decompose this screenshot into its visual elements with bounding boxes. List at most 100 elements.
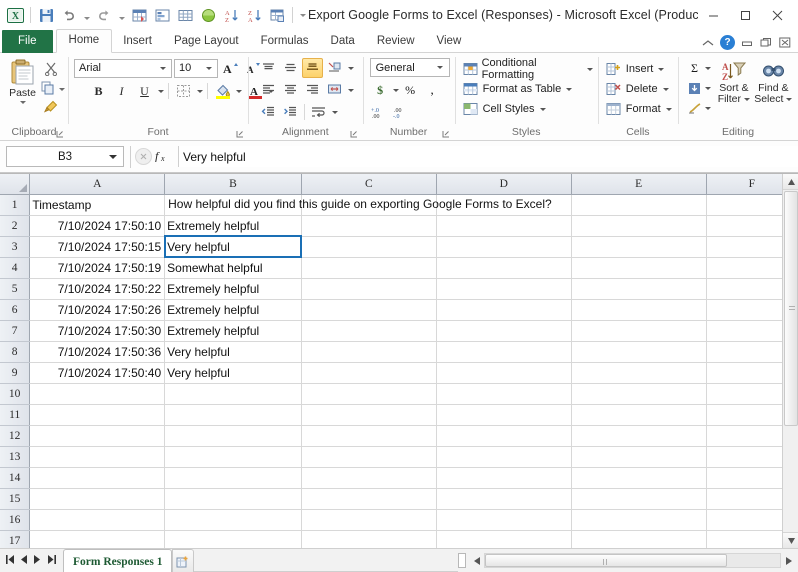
- format-cells-button[interactable]: Format: [606, 99, 672, 119]
- align-center-icon[interactable]: [280, 80, 301, 100]
- clipboard-dialog-launcher[interactable]: [55, 130, 64, 139]
- delete-cells-button[interactable]: Delete: [606, 79, 669, 99]
- accounting-dropdown-caret[interactable]: [393, 89, 399, 92]
- quick-access-toolbar[interactable]: X: [4, 4, 308, 26]
- cell-D15[interactable]: [436, 488, 571, 509]
- cell-D12[interactable]: [436, 425, 571, 446]
- collapse-ribbon-icon[interactable]: [701, 36, 715, 50]
- cell-E3[interactable]: [571, 236, 706, 257]
- align-left-icon[interactable]: [258, 80, 279, 100]
- cell-E17[interactable]: [571, 530, 706, 548]
- redo-dropdown-caret[interactable]: [116, 4, 127, 26]
- undo-dropdown-caret[interactable]: [81, 4, 92, 26]
- align-top-icon[interactable]: [258, 58, 279, 78]
- insert-cells-button[interactable]: Insert: [606, 59, 665, 79]
- autosum-button[interactable]: Σ: [686, 59, 714, 77]
- help-icon[interactable]: ?: [720, 35, 735, 50]
- cell-A9[interactable]: 7/10/2024 17:50:40: [30, 362, 165, 383]
- alignment-dialog-launcher[interactable]: [350, 130, 359, 139]
- cell-D6[interactable]: [436, 299, 571, 320]
- cell-C5[interactable]: [301, 278, 436, 299]
- cell-D2[interactable]: [436, 215, 571, 236]
- next-sheet-icon[interactable]: [32, 555, 43, 566]
- scroll-down-button[interactable]: [783, 532, 798, 548]
- cell-C11[interactable]: [301, 404, 436, 425]
- cell-A15[interactable]: [30, 488, 165, 509]
- copy-icon[interactable]: [38, 80, 58, 96]
- cell-D5[interactable]: [436, 278, 571, 299]
- horizontal-scrollbar-track[interactable]: [484, 553, 781, 568]
- row-header-15[interactable]: 15: [0, 488, 30, 509]
- cell-E15[interactable]: [571, 488, 706, 509]
- cell-B9[interactable]: Very helpful: [165, 362, 302, 383]
- cell-E16[interactable]: [571, 509, 706, 530]
- format-cells-caret[interactable]: [666, 108, 672, 111]
- row-header-1[interactable]: 1: [0, 194, 30, 215]
- cell-C3[interactable]: [301, 236, 436, 257]
- cell-C14[interactable]: [301, 467, 436, 488]
- cell-B6[interactable]: Extremely helpful: [165, 299, 302, 320]
- insert-function-icon[interactable]: fx: [152, 148, 178, 166]
- align-right-icon[interactable]: [302, 80, 323, 100]
- tab-review[interactable]: Review: [366, 31, 426, 53]
- row-header-6[interactable]: 6: [0, 299, 30, 320]
- find-and-select-caret[interactable]: [786, 98, 792, 101]
- bold-button[interactable]: B: [88, 81, 109, 101]
- delete-cells-caret[interactable]: [663, 88, 669, 91]
- increase-decimal-icon[interactable]: +.0.00: [370, 102, 391, 122]
- merge-dropdown-caret[interactable]: [348, 89, 354, 92]
- tab-formulas[interactable]: Formulas: [250, 31, 320, 53]
- cell-A12[interactable]: [30, 425, 165, 446]
- grow-font-icon[interactable]: A: [220, 58, 241, 78]
- cell-A3[interactable]: 7/10/2024 17:50:15: [30, 236, 165, 257]
- tab-page-layout[interactable]: Page Layout: [163, 31, 250, 53]
- cell-E14[interactable]: [571, 467, 706, 488]
- align-bottom-icon[interactable]: [302, 58, 323, 78]
- tab-view[interactable]: View: [426, 31, 473, 53]
- cell-B16[interactable]: [165, 509, 302, 530]
- cell-styles-caret[interactable]: [540, 108, 546, 111]
- select-all-corner[interactable]: [0, 174, 30, 194]
- fill-caret[interactable]: [705, 87, 711, 90]
- previous-sheet-icon[interactable]: [18, 555, 29, 566]
- cell-C2[interactable]: [301, 215, 436, 236]
- paste-button[interactable]: Paste: [6, 58, 39, 104]
- wrap-text-icon[interactable]: [308, 102, 329, 122]
- row-header-4[interactable]: 4: [0, 257, 30, 278]
- autosum-caret[interactable]: [705, 67, 711, 70]
- format-as-table-caret[interactable]: [566, 88, 572, 91]
- decrease-decimal-icon[interactable]: .00-.0: [392, 102, 413, 122]
- format-as-table-button[interactable]: Format as Table: [463, 79, 573, 99]
- row-header-9[interactable]: 9: [0, 362, 30, 383]
- cell-E7[interactable]: [571, 320, 706, 341]
- row-header-16[interactable]: 16: [0, 509, 30, 530]
- cell-D4[interactable]: [436, 257, 571, 278]
- cell-B15[interactable]: [165, 488, 302, 509]
- sort-and-filter-button[interactable]: AZ Sort & Filter: [714, 59, 753, 105]
- row-header-7[interactable]: 7: [0, 320, 30, 341]
- align-middle-icon[interactable]: [280, 58, 301, 78]
- fill-button[interactable]: [686, 79, 714, 97]
- cell-C10[interactable]: [301, 383, 436, 404]
- cell-D16[interactable]: [436, 509, 571, 530]
- cell-C13[interactable]: [301, 446, 436, 467]
- tab-data[interactable]: Data: [320, 31, 366, 53]
- cell-E10[interactable]: [571, 383, 706, 404]
- borders-icon[interactable]: [173, 81, 194, 101]
- sort-ascending-icon[interactable]: AZ: [220, 4, 242, 26]
- name-box[interactable]: B3: [6, 146, 124, 167]
- cell-B7[interactable]: Extremely helpful: [165, 320, 302, 341]
- cell-B1[interactable]: How helpful did you find this guide on e…: [165, 194, 302, 215]
- insert-cells-caret[interactable]: [658, 68, 664, 71]
- cell-B13[interactable]: [165, 446, 302, 467]
- cell-C17[interactable]: [301, 530, 436, 548]
- cell-A2[interactable]: 7/10/2024 17:50:10: [30, 215, 165, 236]
- percent-format-icon[interactable]: %: [400, 80, 421, 100]
- cut-icon[interactable]: [41, 61, 61, 77]
- save-icon[interactable]: [35, 4, 57, 26]
- tab-split-handle[interactable]: [458, 553, 466, 568]
- cell-B4[interactable]: Somewhat helpful: [165, 257, 302, 278]
- cell-A11[interactable]: [30, 404, 165, 425]
- cell-A7[interactable]: 7/10/2024 17:50:30: [30, 320, 165, 341]
- cell-D8[interactable]: [436, 341, 571, 362]
